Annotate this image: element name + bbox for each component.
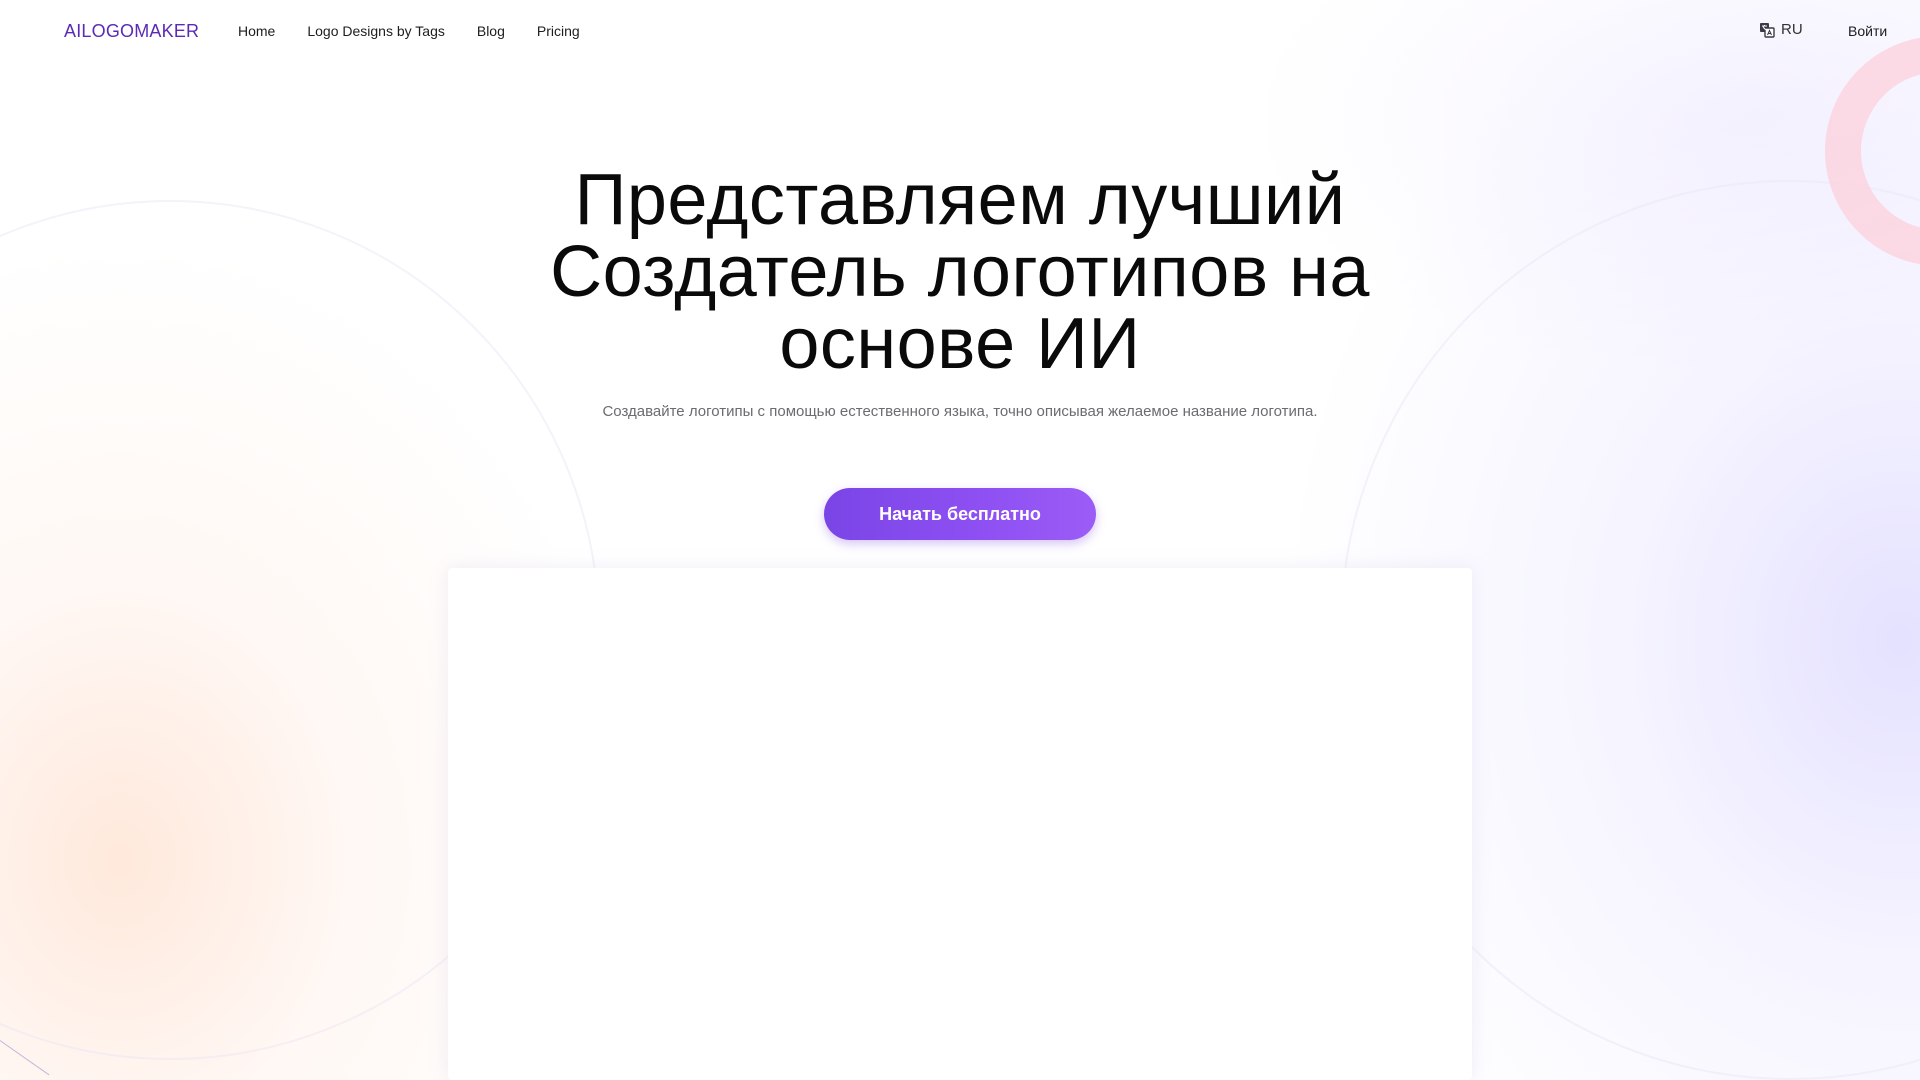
hero-title-line: Создатель логотипов на <box>550 232 1370 312</box>
start-free-button[interactable]: Начать бесплатно <box>824 488 1096 540</box>
translate-icon <box>1759 22 1775 38</box>
hero-title-line: основе ИИ <box>779 304 1141 384</box>
hero-title: Представляем лучший Создатель логотипов … <box>460 164 1460 380</box>
brand-logo-link[interactable]: AILOGOMAKER <box>64 21 199 42</box>
hero-title-line: Представляем лучший <box>574 160 1346 240</box>
landing-page: AILOGOMAKER Home Logo Designs by Tags Bl… <box>0 0 1920 1080</box>
nav-link-pricing[interactable]: Pricing <box>537 23 580 39</box>
language-switcher[interactable]: RU <box>1759 21 1803 38</box>
top-navigation-bar: AILOGOMAKER Home Logo Designs by Tags Bl… <box>0 0 1920 64</box>
nav-link-logo-designs-by-tags[interactable]: Logo Designs by Tags <box>307 23 445 39</box>
decorative-line <box>0 1040 50 1076</box>
nav-link-blog[interactable]: Blog <box>477 23 505 39</box>
login-link[interactable]: Войти <box>1848 23 1887 39</box>
main-nav: Home Logo Designs by Tags Blog Pricing <box>238 23 580 39</box>
nav-link-home[interactable]: Home <box>238 23 275 39</box>
preview-panel <box>448 568 1472 1080</box>
hero-subtitle: Создавайте логотипы с помощью естественн… <box>602 403 1318 420</box>
language-label: RU <box>1781 21 1803 38</box>
